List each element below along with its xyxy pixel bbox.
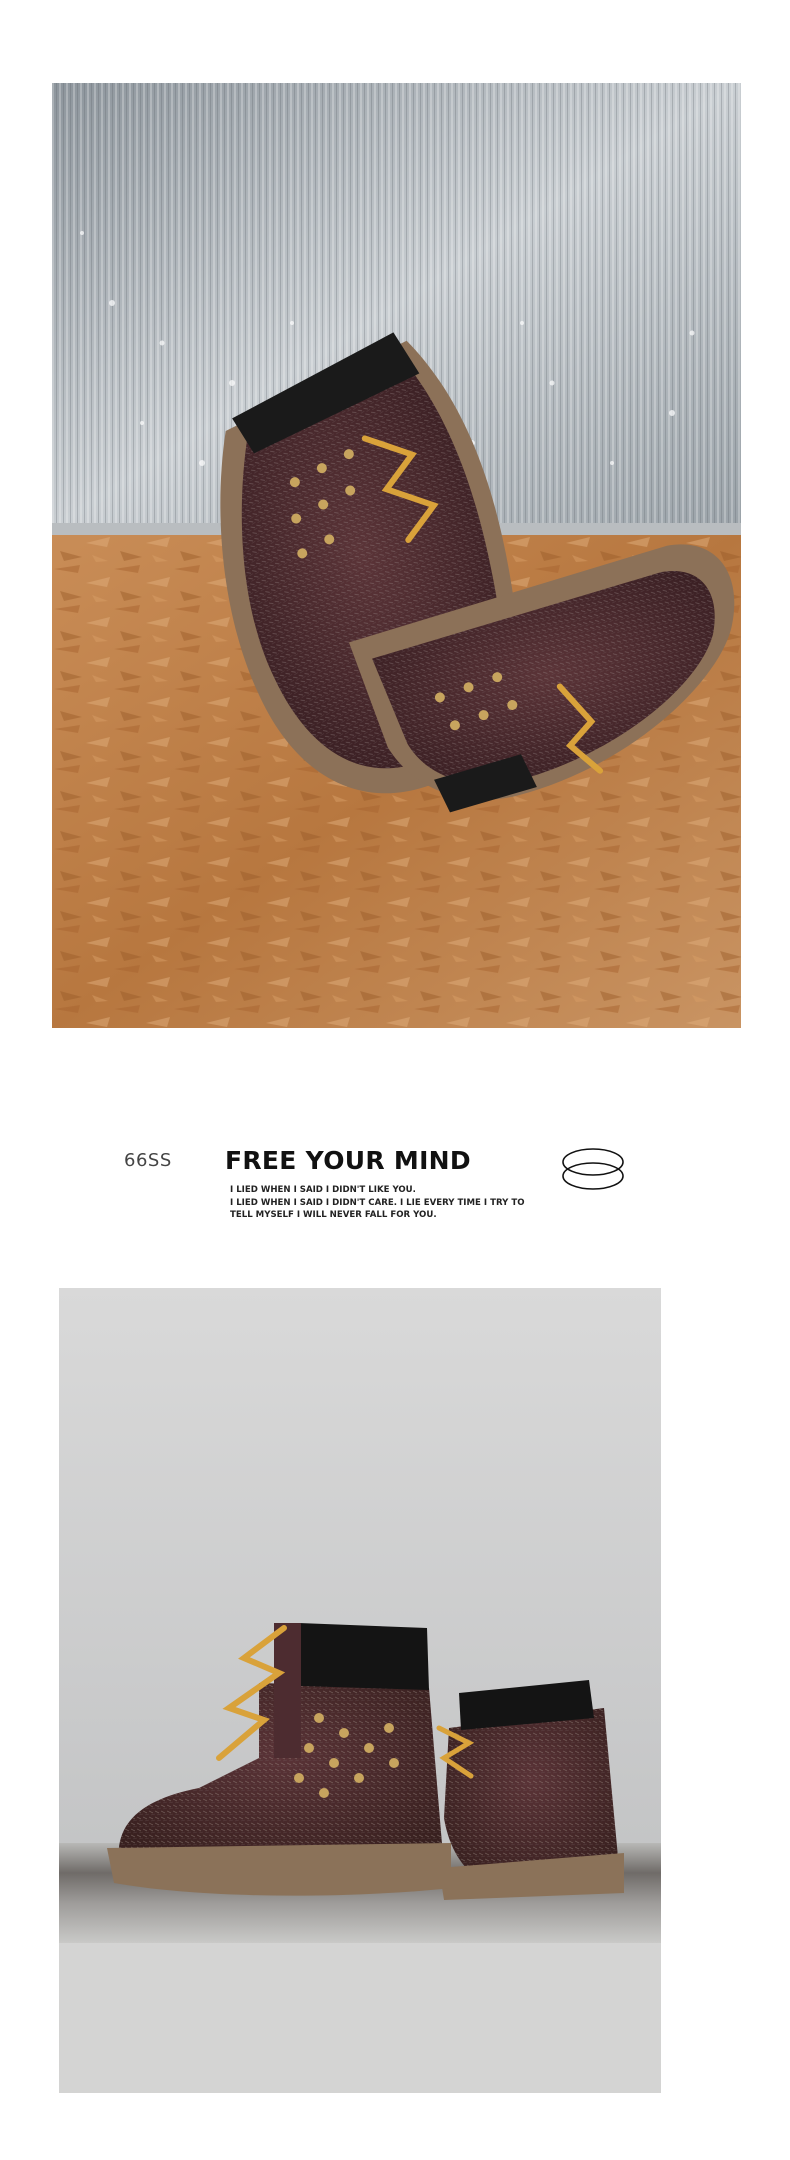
product-photo-top — [52, 83, 741, 1028]
brand-code: 66SS — [124, 1150, 172, 1171]
double-ring-logo-icon — [562, 1148, 624, 1190]
quote-line: TELL MYSELF I WILL NEVER FALL FOR YOU. — [230, 1210, 437, 1220]
quote-text: I LIED WHEN I SAID I DIDN'T LIKE YOU. I … — [230, 1184, 530, 1222]
quote-line: I LIED WHEN I SAID I DIDN'T CARE. I LIE … — [230, 1197, 525, 1208]
product-photo-bottom — [59, 1288, 661, 2093]
headline: FREE YOUR MIND — [225, 1146, 471, 1175]
boots-on-wood-image — [52, 83, 741, 1028]
boots-on-shelf-image — [59, 1288, 661, 2093]
quote-line: I LIED WHEN I SAID I DIDN'T LIKE YOU. — [230, 1185, 416, 1195]
tagline-section: 66SS FREE YOUR MIND I LIED WHEN I SAID I… — [0, 1140, 790, 1230]
